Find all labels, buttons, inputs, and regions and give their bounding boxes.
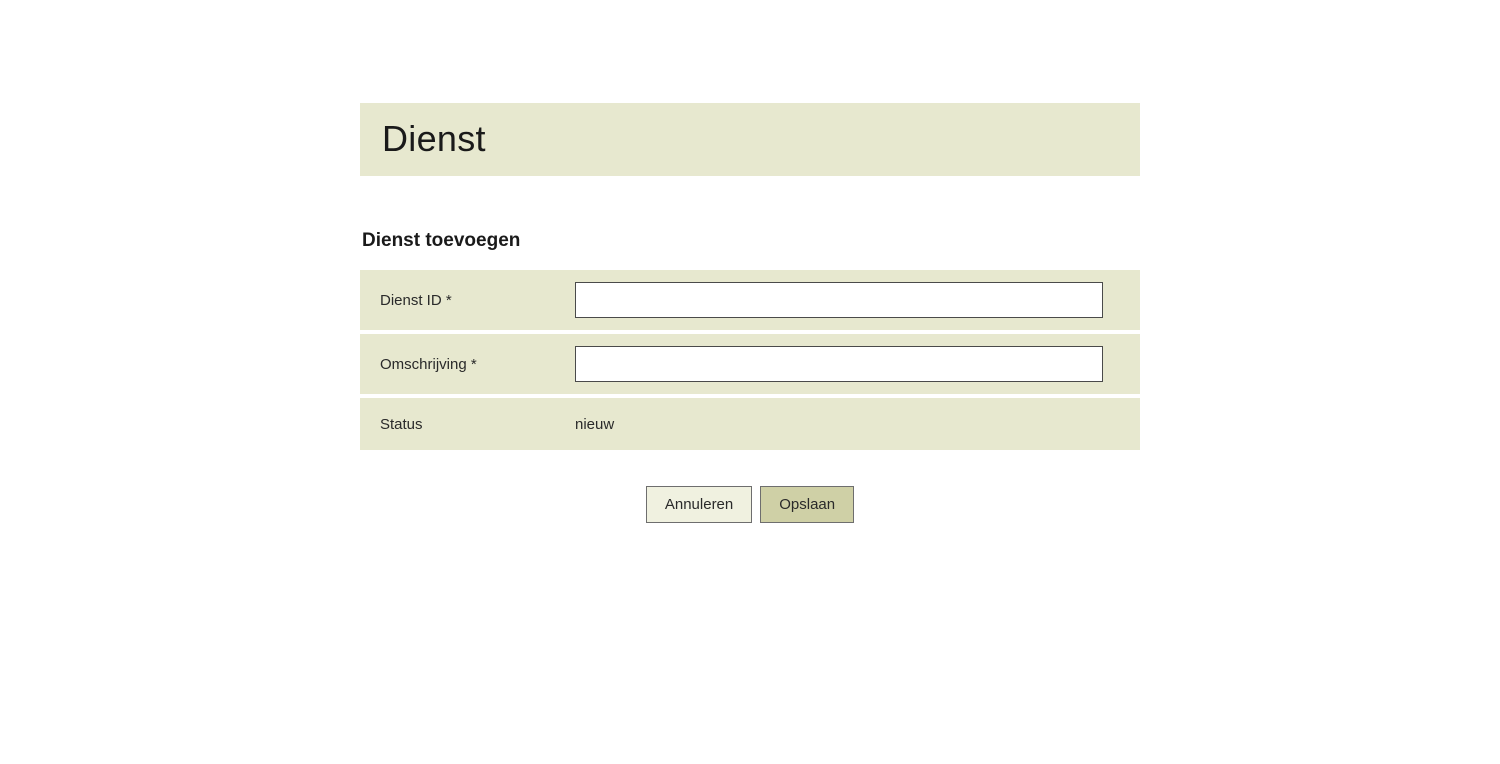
- page-header: Dienst: [360, 103, 1140, 178]
- omschrijving-input-wrap: [575, 346, 1120, 382]
- page-container: Dienst Dienst toevoegen Dienst ID * Omsc…: [360, 103, 1140, 523]
- dienst-id-label: Dienst ID *: [380, 292, 575, 309]
- status-label: Status: [380, 416, 575, 433]
- save-button[interactable]: Opslaan: [760, 486, 854, 523]
- omschrijving-label: Omschrijving *: [380, 356, 575, 373]
- form-row-omschrijving: Omschrijving *: [360, 334, 1140, 398]
- form-row-dienst-id: Dienst ID *: [360, 270, 1140, 334]
- page-title: Dienst: [382, 118, 1118, 160]
- button-row: Annuleren Opslaan: [360, 486, 1140, 523]
- cancel-button[interactable]: Annuleren: [646, 486, 752, 523]
- status-value: nieuw: [575, 416, 614, 433]
- omschrijving-input[interactable]: [575, 346, 1103, 382]
- section-title: Dienst toevoegen: [362, 230, 1140, 252]
- dienst-id-input[interactable]: [575, 282, 1103, 318]
- form-row-status: Status nieuw: [360, 398, 1140, 454]
- form-section: Dienst toevoegen Dienst ID * Omschrijvin…: [360, 230, 1140, 523]
- dienst-id-input-wrap: [575, 282, 1120, 318]
